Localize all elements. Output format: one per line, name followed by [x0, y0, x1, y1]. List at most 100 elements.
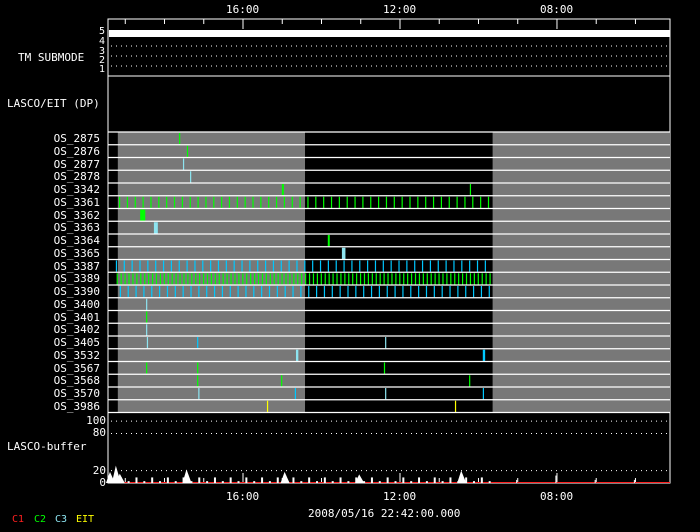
observation-mark — [143, 286, 145, 298]
observation-mark — [410, 273, 413, 285]
observation-mark — [446, 273, 448, 285]
observation-mark — [123, 260, 125, 272]
observation-mark — [276, 286, 278, 298]
observation-mark — [134, 196, 136, 208]
observation-mark — [268, 286, 271, 298]
observation-mark — [383, 273, 385, 285]
observation-mark — [378, 196, 380, 208]
observation-mark — [253, 286, 255, 298]
observation-mark — [217, 260, 220, 272]
observation-mark — [173, 196, 176, 208]
observation-mark — [323, 286, 326, 298]
row-label-os_3361: OS_3361 — [53, 195, 100, 209]
buffer-spike — [276, 477, 279, 483]
observation-mark — [179, 133, 181, 145]
observation-mark — [422, 273, 424, 285]
observation-mark — [195, 273, 197, 285]
observation-mark — [385, 196, 388, 208]
observation-mark — [352, 273, 354, 285]
observation-mark — [484, 260, 486, 272]
observation-mark — [170, 260, 172, 272]
observation-mark — [487, 196, 490, 208]
buffer-spike — [245, 477, 248, 483]
observation-mark — [237, 286, 239, 298]
buffer-spike — [127, 481, 130, 483]
buffer-spike — [213, 477, 216, 483]
observation-mark — [429, 260, 432, 272]
observation-mark — [340, 273, 342, 285]
observation-mark — [146, 362, 148, 374]
buffer-spike — [206, 481, 209, 483]
buffer-spike — [268, 481, 271, 483]
buffer-spike — [135, 477, 138, 483]
observation-mark — [252, 196, 254, 208]
observation-mark — [128, 273, 130, 285]
observation-mark — [181, 196, 183, 208]
observation-mark — [382, 260, 384, 272]
observation-mark — [244, 196, 246, 208]
observation-mark — [385, 388, 387, 400]
observation-mark — [362, 196, 364, 208]
observation-mark — [351, 260, 353, 272]
observation-mark — [221, 286, 224, 298]
observation-mark — [341, 247, 346, 259]
observation-mark — [257, 260, 259, 272]
observation-mark — [241, 260, 243, 272]
observation-mark — [197, 362, 199, 374]
timeline-plot — [105, 18, 671, 484]
observation-mark — [449, 286, 451, 298]
top-tick-label: 16:00 — [226, 3, 260, 16]
observation-mark — [454, 273, 456, 285]
observation-mark — [482, 388, 484, 400]
observation-mark — [285, 273, 287, 285]
bottom-tick-label: 16:00 — [226, 490, 260, 503]
observation-mark — [425, 286, 428, 298]
observation-mark — [432, 196, 435, 208]
observation-mark — [338, 196, 340, 208]
observation-mark — [461, 260, 463, 272]
observation-mark — [260, 196, 262, 208]
row-label-os_3365: OS_3365 — [53, 246, 100, 260]
observation-mark — [344, 273, 346, 285]
observation-mark — [355, 286, 357, 298]
observation-mark — [175, 273, 177, 285]
observation-mark — [331, 286, 333, 298]
observation-mark — [221, 196, 223, 208]
observation-mark — [488, 286, 490, 298]
observation-mark — [119, 286, 121, 298]
observation-mark — [370, 286, 373, 298]
buffer-spike — [347, 481, 350, 483]
row-label-os_3362: OS_3362 — [53, 208, 100, 222]
observation-mark — [265, 273, 267, 285]
observation-mark — [398, 260, 400, 272]
observation-mark — [198, 286, 200, 298]
observation-mark — [264, 260, 267, 272]
observation-mark — [153, 222, 158, 234]
observation-mark — [456, 196, 458, 208]
observation-mark — [281, 184, 284, 196]
row-label-os_3570: OS_3570 — [53, 387, 100, 400]
submode-active-band — [109, 30, 670, 37]
buffer-spike — [198, 477, 201, 483]
top-tick-label: 08:00 — [539, 3, 574, 16]
observation-mark — [465, 273, 468, 285]
legend-c2: C2 — [34, 514, 47, 525]
observation-mark — [230, 273, 232, 285]
observation-mark — [250, 273, 252, 285]
buffer-label: LASCO-buffer — [7, 440, 87, 453]
timestamp: 2008/05/16 22:42:00.000 — [308, 507, 461, 520]
observation-mark — [162, 260, 165, 272]
observation-mark — [418, 273, 421, 285]
observation-mark — [399, 273, 401, 285]
observation-mark — [292, 286, 294, 298]
buffer-spike — [449, 477, 452, 483]
observation-mark — [477, 273, 479, 285]
row-label-os_3402: OS_3402 — [53, 323, 100, 337]
buffer-spike — [378, 481, 381, 483]
row-label-os_2875: OS_2875 — [53, 132, 100, 145]
buffer-spike — [331, 481, 334, 483]
observation-mark — [206, 273, 209, 285]
top-tick-label: 12:00 — [382, 3, 417, 16]
observation-mark — [336, 273, 338, 285]
observation-mark — [393, 196, 395, 208]
